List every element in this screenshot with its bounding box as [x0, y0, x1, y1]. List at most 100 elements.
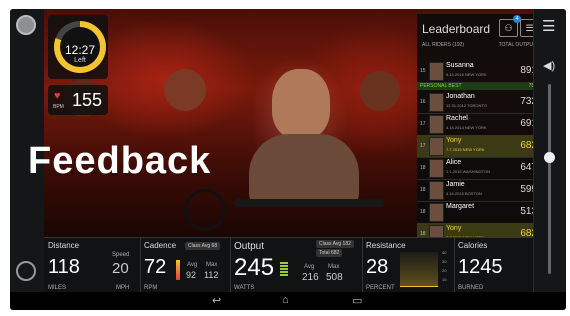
rider-avatar — [429, 93, 444, 112]
resistance-title: Resistance — [366, 241, 406, 250]
system-nav-bar: ↩ ⌂ ▭ — [10, 292, 566, 310]
rider-rank: 15 — [420, 68, 426, 74]
output-avg-label: Avg — [304, 264, 315, 270]
resistance-scale-40: 40 — [442, 250, 447, 255]
bike-wheel — [184, 189, 226, 231]
leaderboard-row[interactable]: 17 Rachel 4.14.2014 NEW YORK 691 — [417, 113, 541, 136]
resistance-metric: Resistance 28 PERCENT 40 30 20 10 — [362, 238, 455, 293]
rider-info: 7.7.2015 NEW YORK — [446, 147, 485, 152]
logo-icon[interactable] — [16, 261, 36, 281]
rider-info: 4.14.2015 BOSTON — [446, 191, 482, 196]
cadence-title: Cadence — [144, 241, 177, 250]
cadence-max-value: 112 — [204, 270, 219, 280]
output-total: Total 682 — [316, 249, 343, 257]
back-icon[interactable]: ↩ — [212, 294, 221, 307]
right-rail: ☰ ◀) — [533, 9, 566, 292]
cadence-avg-label: Avg — [187, 262, 198, 268]
calories-title: Calories — [458, 241, 488, 250]
calories-value: 1245 — [458, 256, 503, 278]
output-level-bar — [280, 262, 288, 276]
time-remaining-value: 12:27 — [64, 43, 96, 57]
rider-avatar — [429, 181, 444, 200]
total-output-header: TOTAL OUTPUT — [498, 42, 536, 48]
calories-metric: Calories 1245 BURNED — [454, 238, 534, 293]
distance-title: Distance — [48, 241, 80, 250]
home-icon[interactable]: ⌂ — [282, 294, 289, 306]
leaderboard-row[interactable]: 16 Jonathan 12.31.2012 TORONTO 732 — [417, 91, 541, 114]
handlebar — [234, 199, 384, 207]
rider-avatar — [429, 115, 444, 134]
resistance-scale-20: 20 — [442, 268, 447, 273]
distance-value: 118 — [48, 256, 80, 278]
rider-name: Jonathan — [446, 93, 475, 100]
cadence-avg-value: 92 — [186, 270, 197, 280]
resistance-unit: PERCENT — [366, 285, 395, 291]
output-value: 245 — [234, 254, 275, 281]
cadence-max-label: Max — [206, 262, 218, 268]
leaderboard-row[interactable]: 18 Margaret 513 — [417, 201, 541, 224]
riders-filter-button[interactable]: ⚇ 4 — [499, 15, 521, 37]
cadence-value: 72 — [144, 256, 167, 278]
leaderboard-row[interactable]: 18 Jamie 4.14.2015 BOSTON 599 — [417, 179, 541, 202]
volume-slider-handle[interactable] — [544, 152, 555, 163]
rider-name: Susanna — [446, 62, 474, 69]
feedback-overlay-label: Feedback — [28, 140, 212, 182]
recents-icon[interactable]: ▭ — [352, 294, 362, 307]
cadence-level-bar — [176, 260, 180, 280]
rider-name: Jamie — [446, 181, 465, 188]
bpm-value: 155 — [72, 90, 103, 110]
output-avg-value: 216 — [302, 272, 319, 283]
rider-avatar — [429, 62, 444, 81]
leaderboard-title: Leaderboard — [422, 22, 491, 36]
people-icon: ⚇ — [504, 23, 513, 33]
cadence-metric: Cadence Class Avg 68 72 RPM Avg Max 92 1… — [140, 238, 231, 293]
time-remaining-label: Left — [74, 57, 86, 64]
rider-rank: 18 — [420, 209, 426, 215]
instructor — [272, 69, 330, 139]
resistance-scale-10: 10 — [442, 277, 447, 282]
calories-unit: BURNED — [458, 285, 484, 291]
rider-name: Rachel — [446, 115, 468, 122]
rider-info: 12.31.2012 TORONTO — [446, 103, 487, 108]
distance-unit: MILES — [48, 285, 67, 291]
all-riders-header: ALL RIDERS (192) — [422, 42, 465, 48]
output-max-value: 508 — [326, 272, 343, 283]
instructor-body — [249, 134, 359, 204]
cadence-unit: RPM — [144, 285, 158, 291]
rider-avatar — [429, 203, 444, 222]
rider-info: 1.1.2015 WASHINGTON — [446, 169, 491, 174]
rider-name: Margaret — [446, 203, 475, 210]
heart-rate-widget: ♥ BPM 155 — [48, 85, 108, 115]
rider-avatar — [429, 137, 444, 156]
output-title: Output — [234, 241, 265, 252]
rider-rank: 16 — [420, 99, 426, 105]
rider-rank: 18 — [420, 187, 426, 193]
personal-best-label: PERSONAL BEST — [420, 83, 462, 89]
speed-label: Speed — [112, 252, 130, 258]
rider-name: Alice — [446, 159, 462, 166]
speaker-icon: ◀) — [543, 60, 556, 72]
resistance-value: 28 — [366, 256, 389, 278]
output-metric: Output Class Avg 182 Total 682 245 WATTS… — [230, 238, 363, 293]
speed-unit: MPH — [116, 285, 130, 291]
distance-metric: Distance 118 MILES Speed 20 MPH — [44, 238, 141, 293]
settings-icon[interactable] — [16, 15, 36, 35]
speed-value: 20 — [112, 260, 129, 277]
rider-info: 4.14.2014 NEW YORK — [446, 125, 487, 130]
leaderboard-row[interactable]: 15 Susanna 5.14.2015 NEW YORK 891 — [417, 60, 541, 83]
rider-name: Yony — [446, 225, 462, 232]
screen: Feedback 12:27 Left ♥ BPM 155 Leaderboar… — [10, 9, 566, 293]
resistance-scale-30: 30 — [442, 259, 447, 264]
time-remaining-widget: 12:27 Left — [48, 15, 108, 79]
resistance-graph — [400, 252, 438, 287]
menu-icon[interactable]: ☰ — [542, 17, 555, 35]
tablet-frame: Feedback 12:27 Left ♥ BPM 155 Leaderboar… — [10, 9, 566, 310]
output-max-label: Max — [328, 264, 340, 270]
rider-info: 5.14.2015 NEW YORK — [446, 72, 487, 77]
rider-rank: 18 — [420, 165, 426, 171]
rider-avatar — [429, 159, 444, 178]
volume-slider-track[interactable] — [548, 84, 551, 274]
rider-rank: 17 — [420, 143, 426, 149]
leaderboard-row[interactable]: 18 Alice 1.1.2015 WASHINGTON 647 — [417, 157, 541, 180]
leaderboard-row[interactable]: 17 Yony 7.7.2015 NEW YORK 682 — [417, 135, 541, 158]
